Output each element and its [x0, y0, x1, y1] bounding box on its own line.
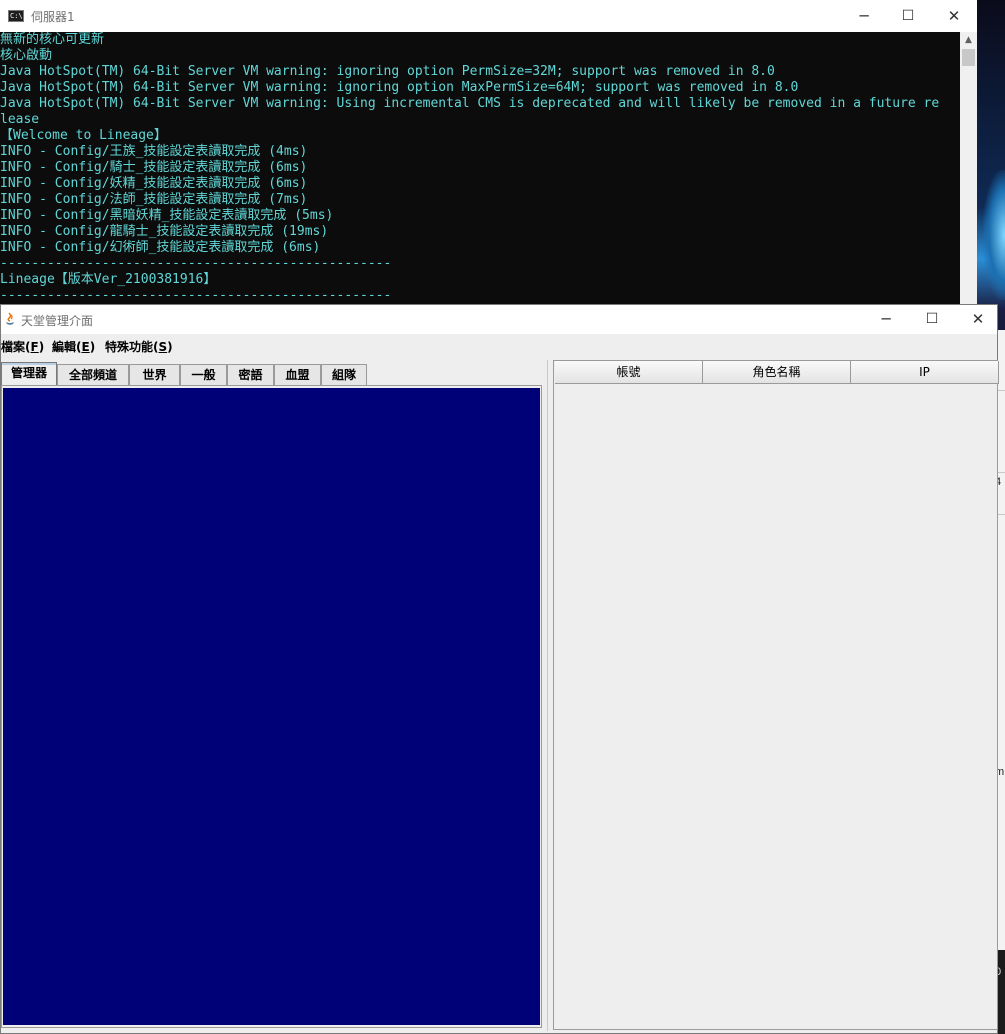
menu-file[interactable]: 檔案(F)	[1, 338, 44, 355]
console-line: INFO - Config/騎士_技能設定表讀取完成 (6ms)	[0, 160, 308, 175]
column-account[interactable]: 帳號	[555, 361, 703, 384]
admin-close-button[interactable]: ✕	[955, 305, 1001, 334]
tab-party[interactable]: 組隊	[321, 364, 367, 386]
tab-clan[interactable]: 血盟	[274, 364, 321, 386]
column-ip[interactable]: IP	[851, 361, 999, 384]
admin-title: 天堂管理介面	[21, 314, 94, 328]
console-title: 伺服器1	[31, 10, 75, 24]
console-title-bar[interactable]: C:\ 伺服器1 ─ ☐ ✕	[0, 0, 977, 32]
console-line: 無新的核心可更新	[0, 32, 105, 47]
console-line: ----------------------------------------…	[0, 288, 392, 303]
console-line: 核心啟動	[0, 48, 53, 63]
console-line: Java HotSpot(TM) 64-Bit Server VM warnin…	[0, 64, 775, 79]
console-line: 【Welcome to Lineage】	[0, 128, 167, 143]
console-line: INFO - Config/幻術師_技能設定表讀取完成 (6ms)	[0, 240, 321, 255]
online-players-table: 帳號 角色名稱 IP	[553, 360, 999, 1030]
console-line: INFO - Config/法師_技能設定表讀取完成 (7ms)	[0, 192, 308, 207]
admin-window: 天堂管理介面 ─ ☐ ✕ 檔案(F) 編輯(E) 特殊功能(S) 管理器 全部頻…	[0, 304, 999, 1034]
tab-content	[1, 385, 542, 1028]
console-line: INFO - Config/黑暗妖精_技能設定表讀取完成 (5ms)	[0, 208, 334, 223]
console-minimize-button[interactable]: ─	[841, 0, 887, 32]
console-line: INFO - Config/王族_技能設定表讀取完成 (4ms)	[0, 144, 308, 159]
console-line: Lineage【版本Ver_2100381916】	[0, 272, 217, 287]
manager-log-area[interactable]	[3, 388, 540, 1025]
console-window: C:\ 伺服器1 ─ ☐ ✕ 無新的核心可更新 核心啟動 Java HotSpot(…	[0, 0, 977, 304]
chat-tab-pane: 管理器 全部頻道 世界 一般 密語 血盟 組隊	[1, 360, 545, 1031]
menu-special[interactable]: 特殊功能(S)	[105, 338, 173, 355]
tab-manager[interactable]: 管理器	[1, 362, 57, 387]
console-line: INFO - Config/妖精_技能設定表讀取完成 (6ms)	[0, 176, 308, 191]
admin-title-bar[interactable]: 天堂管理介面 ─ ☐ ✕	[1, 305, 997, 334]
tab-normal[interactable]: 一般	[180, 364, 227, 386]
console-output[interactable]: 無新的核心可更新 核心啟動 Java HotSpot(TM) 64-Bit Serv…	[0, 32, 960, 304]
menu-edit[interactable]: 編輯(E)	[52, 338, 95, 355]
menu-bar: 檔案(F) 編輯(E) 特殊功能(S)	[1, 334, 997, 358]
console-line: Java HotSpot(TM) 64-Bit Server VM warnin…	[0, 96, 940, 111]
tab-whisper[interactable]: 密語	[227, 364, 274, 386]
admin-minimize-button[interactable]: ─	[863, 305, 909, 334]
tab-world[interactable]: 世界	[129, 364, 180, 386]
console-close-button[interactable]: ✕	[931, 0, 977, 32]
scroll-thumb[interactable]	[962, 49, 975, 66]
column-character-name[interactable]: 角色名稱	[703, 361, 851, 384]
admin-maximize-button[interactable]: ☐	[909, 305, 955, 334]
console-line: ----------------------------------------…	[0, 256, 392, 271]
split-pane-divider[interactable]	[545, 360, 553, 1031]
cmd-icon: C:\	[8, 10, 24, 22]
console-line: Java HotSpot(TM) 64-Bit Server VM warnin…	[0, 80, 799, 95]
java-icon	[6, 312, 14, 325]
scroll-up-icon[interactable]: ▲	[960, 32, 977, 49]
console-scrollbar[interactable]: ▲	[960, 32, 977, 304]
console-line: lease	[0, 112, 40, 127]
console-maximize-button[interactable]: ☐	[885, 0, 931, 32]
wallpaper-glow	[983, 170, 1005, 300]
console-line: INFO - Config/龍騎士_技能設定表讀取完成 (19ms)	[0, 224, 329, 239]
tab-all-channels[interactable]: 全部頻道	[57, 364, 129, 386]
